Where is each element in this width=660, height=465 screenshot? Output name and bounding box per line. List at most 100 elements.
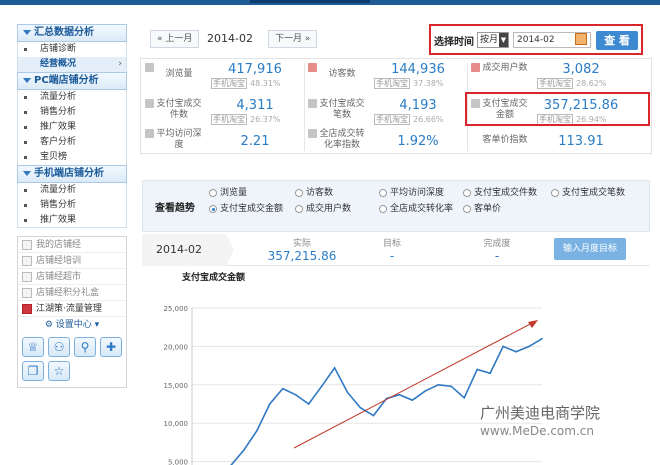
user-search-icon[interactable]: ⚲: [74, 337, 96, 357]
sidebar-item-label: 宝贝榜: [40, 152, 68, 162]
summary-target-label: 目标: [382, 239, 401, 249]
metric-value: 417,916: [228, 62, 282, 77]
sidebar-section-pc[interactable]: PC端店铺分析: [17, 72, 127, 90]
data-point: [307, 403, 310, 405]
collapse-arrow-icon: [23, 78, 31, 83]
help-icon: [145, 63, 154, 72]
next-month-button[interactable]: 下一月 »: [268, 30, 318, 48]
top-nav-tab: [250, 0, 370, 3]
metric-label: 浏览量: [165, 69, 193, 79]
metric-mobile-share: 手机淘宝 37.38%: [374, 78, 466, 89]
sidebar-item-mobile-sales[interactable]: 销售分析: [17, 198, 127, 213]
data-point: [528, 345, 530, 348]
trend-arrow-head: [528, 320, 538, 328]
user-add-icon[interactable]: ✚: [100, 337, 122, 357]
sidebar-item-pc-products[interactable]: 宝贝榜: [17, 150, 127, 165]
metric-pageviews: 浏览量 417,916 手机淘宝 48.31%: [141, 59, 303, 91]
bullet-icon: [24, 189, 27, 192]
data-point: [256, 430, 258, 432]
tool-traffic-management[interactable]: 江湖策·流量管理: [18, 301, 126, 317]
data-point: [411, 399, 414, 401]
mobile-tag: 手机淘宝: [374, 114, 410, 125]
copy-icon[interactable]: ❐: [22, 361, 44, 381]
metric-buyers: 成交用户数 3,082 手机淘宝 28.62%: [467, 59, 629, 91]
section-title: PC端店铺分析: [34, 75, 99, 86]
tool-market[interactable]: 店铺经超市: [18, 269, 126, 285]
sidebar-section-mobile[interactable]: 手机端店铺分析: [17, 165, 127, 183]
tool-training[interactable]: 店铺经培训: [18, 253, 126, 269]
metric-items-sold: 支付宝成交件数 4,311 手机淘宝 26.37%: [141, 95, 303, 127]
data-point: [424, 390, 427, 392]
trend-option[interactable]: 客单价: [463, 203, 501, 215]
sidebar-item-pc-sales[interactable]: 销售分析: [17, 105, 127, 120]
trend-option[interactable]: 全店成交转化率: [379, 203, 453, 215]
query-button[interactable]: 查 看: [596, 31, 638, 50]
sidebar-item-label: 推广效果: [40, 122, 77, 132]
mobile-pct: 28.62%: [576, 79, 607, 88]
settings-title-label: 设置中心: [55, 320, 92, 330]
metric-value: 4,193: [399, 98, 437, 113]
mobile-pct: 37.38%: [413, 79, 444, 88]
data-point: [320, 385, 323, 388]
trend-selector: 查看趋势 浏览量 访客数 平均访问深度 支付宝成交件数 支付宝成交笔数 支付宝成…: [142, 180, 650, 232]
data-point: [243, 449, 245, 451]
radio: [379, 189, 387, 197]
data-point: [398, 393, 401, 396]
trend-option[interactable]: 成交用户数: [295, 203, 351, 215]
tool-points-gift[interactable]: 店铺经积分礼盒: [18, 285, 126, 301]
summary-month: 2014-02: [142, 234, 234, 266]
trend-option[interactable]: 支付宝成交笔数: [551, 187, 625, 199]
sidebar-item-store-diagnosis[interactable]: 店铺诊断: [17, 42, 127, 57]
sidebar-item-label: 推广效果: [40, 215, 77, 225]
sidebar-item-mobile-promotion[interactable]: 推广效果: [17, 213, 127, 228]
star-icon[interactable]: ☆: [48, 361, 70, 381]
summary-target-value: -: [389, 249, 395, 263]
bullet-icon: [24, 141, 27, 144]
section-title: 手机端店铺分析: [34, 168, 104, 179]
tool-my-store[interactable]: 我的店铺经: [18, 237, 126, 253]
bullet-icon: [24, 96, 27, 99]
highlight-frame: [465, 92, 650, 126]
tool-icon: [22, 240, 32, 250]
trend-option-label: 客单价: [474, 204, 502, 214]
collapse-arrow-icon: [23, 171, 31, 176]
trend-option-selected[interactable]: 支付宝成交金额: [209, 203, 283, 215]
sidebar-item-pc-promotion[interactable]: 推广效果: [17, 120, 127, 135]
tool-label: 江湖策·流量管理: [36, 304, 102, 314]
data-point: [359, 407, 362, 409]
sidebar-item-label: 经营概况: [40, 59, 77, 69]
user-settings-icon[interactable]: ⚇: [48, 337, 70, 357]
tool-icon: [22, 256, 32, 266]
trend-option[interactable]: 平均访问深度: [379, 187, 444, 199]
radio: [551, 189, 559, 197]
radio: [295, 189, 303, 197]
sidebar-item-mobile-traffic[interactable]: 流量分析: [17, 183, 127, 198]
watermark-school: 广州美迪电商学院: [480, 404, 601, 422]
calendar-icon[interactable]: [575, 33, 587, 45]
sidebar-item-pc-traffic[interactable]: 流量分析: [17, 90, 127, 105]
sidebar-item-overview[interactable]: 经营概况 ›: [17, 57, 127, 72]
sidebar-section-summary[interactable]: 汇总数据分析: [17, 24, 127, 42]
granularity-select[interactable]: 按月 ▼: [477, 32, 509, 48]
metric-value: 113.91: [558, 134, 604, 149]
trend-option-label: 浏览量: [220, 188, 248, 198]
collapse-arrow-icon: [23, 30, 31, 35]
metric-value: 144,936: [391, 62, 445, 77]
mobile-pct: 48.31%: [250, 79, 281, 88]
tool-icon: [22, 304, 32, 314]
tool-icon: [22, 272, 32, 282]
radio: [463, 205, 471, 213]
tools-panel: 我的店铺经 店铺经培训 店铺经超市 店铺经积分礼盒 江湖策·流量管理 ⚙ 设置中…: [17, 236, 127, 388]
trend-option[interactable]: 访客数: [295, 187, 333, 199]
chef-hat-icon[interactable]: ♕: [22, 337, 44, 357]
trend-option[interactable]: 支付宝成交件数: [463, 187, 537, 199]
metric-avg-order: 客单价指数 113.91: [467, 125, 629, 157]
prev-month-button[interactable]: « 上一月: [150, 30, 200, 48]
trend-option[interactable]: 浏览量: [209, 187, 247, 199]
data-point: [281, 387, 284, 390]
sidebar-item-pc-customers[interactable]: 客户分析: [17, 135, 127, 150]
settings-center-title[interactable]: ⚙ 设置中心 ▾: [18, 317, 126, 333]
input-monthly-target-button[interactable]: 输入月度目标: [554, 238, 626, 260]
tool-label: 店铺经超市: [36, 272, 82, 282]
metric-label: 客单价指数: [482, 135, 528, 145]
